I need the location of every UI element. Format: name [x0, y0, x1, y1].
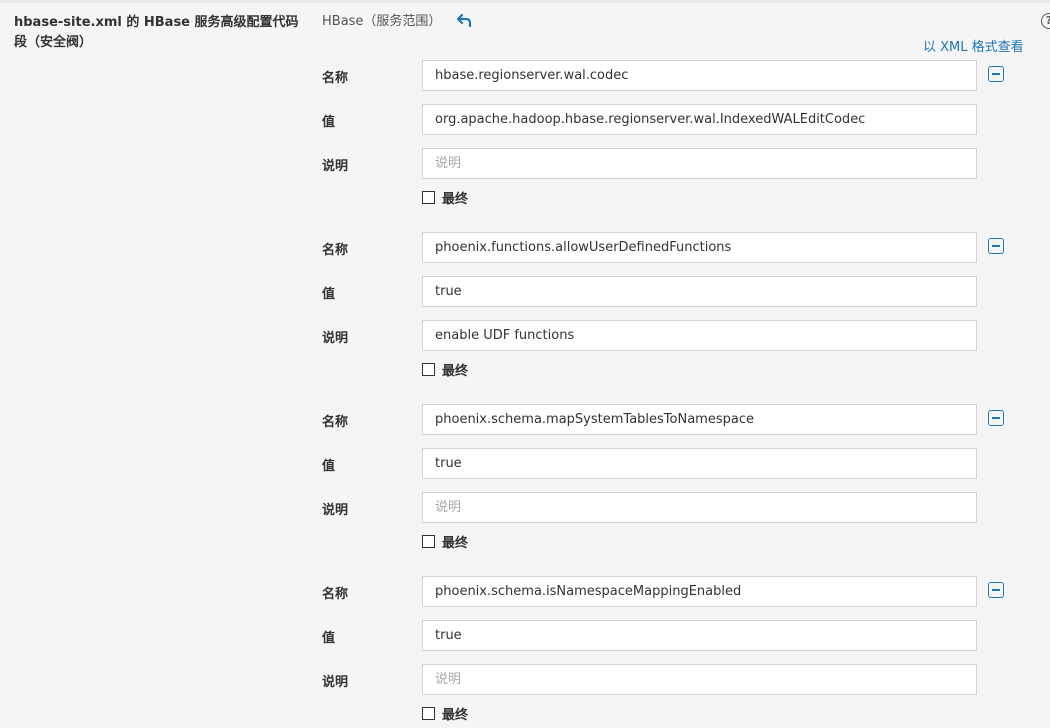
question-circle-icon[interactable]: ?	[1041, 13, 1050, 29]
value-field[interactable]: true	[422, 620, 977, 651]
name-label: 名称	[322, 587, 349, 602]
section-title: hbase-site.xml 的 HBase 服务高级配置代码段（安全阀）	[14, 15, 299, 50]
final-label: 最终	[442, 364, 469, 379]
description-field[interactable]: 说明	[422, 148, 977, 179]
description-field[interactable]: 说明	[422, 664, 977, 695]
name-label: 名称	[322, 71, 349, 86]
value-label: 值	[322, 459, 336, 474]
undo-arrow-icon[interactable]	[456, 11, 474, 29]
top-divider	[0, 0, 1050, 3]
config-entry: 名称 hbase.regionserver.wal.codec 值 org.ap…	[0, 60, 1050, 232]
name-field[interactable]: phoenix.functions.allowUserDefinedFuncti…	[422, 232, 977, 263]
minus-square-icon[interactable]	[988, 238, 1004, 254]
config-entry: 名称 phoenix.schema.mapSystemTablesToNames…	[0, 404, 1050, 576]
description-field[interactable]: enable UDF functions	[422, 320, 977, 351]
final-checkbox[interactable]	[422, 535, 435, 548]
view-as-xml-link[interactable]: 以 XML 格式查看	[923, 36, 1024, 55]
config-entry: 名称 phoenix.functions.allowUserDefinedFun…	[0, 232, 1050, 404]
minus-square-icon[interactable]	[988, 582, 1004, 598]
final-checkbox[interactable]	[422, 363, 435, 376]
scope-label: HBase（服务范围）	[322, 14, 442, 29]
description-field[interactable]: 说明	[422, 492, 977, 523]
minus-square-icon[interactable]	[988, 410, 1004, 426]
minus-square-icon[interactable]	[988, 66, 1004, 82]
value-field[interactable]: true	[422, 448, 977, 479]
final-label: 最终	[442, 536, 469, 551]
final-label: 最终	[442, 192, 469, 207]
description-label: 说明	[322, 159, 349, 174]
value-field[interactable]: true	[422, 276, 977, 307]
name-field[interactable]: phoenix.schema.isNamespaceMappingEnabled	[422, 576, 977, 607]
value-field[interactable]: org.apache.hadoop.hbase.regionserver.wal…	[422, 104, 977, 135]
description-label: 说明	[322, 675, 349, 690]
name-label: 名称	[322, 415, 349, 430]
final-checkbox[interactable]	[422, 191, 435, 204]
name-field[interactable]: phoenix.schema.mapSystemTablesToNamespac…	[422, 404, 977, 435]
value-label: 值	[322, 115, 336, 130]
safety-valve-config-panel: hbase-site.xml 的 HBase 服务高级配置代码段（安全阀） HB…	[0, 0, 1050, 728]
description-label: 说明	[322, 503, 349, 518]
description-label: 说明	[322, 331, 349, 346]
value-label: 值	[322, 287, 336, 302]
final-label: 最终	[442, 708, 469, 723]
config-entry: 名称 phoenix.schema.isNamespaceMappingEnab…	[0, 576, 1050, 728]
name-label: 名称	[322, 243, 349, 258]
name-field[interactable]: hbase.regionserver.wal.codec	[422, 60, 977, 91]
final-checkbox[interactable]	[422, 707, 435, 720]
value-label: 值	[322, 631, 336, 646]
